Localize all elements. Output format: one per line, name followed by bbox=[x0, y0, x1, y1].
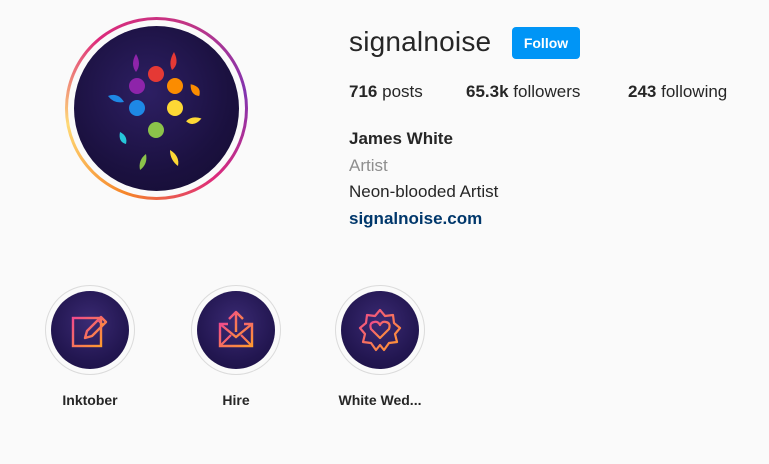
bio-description: Neon-blooded Artist bbox=[349, 182, 499, 201]
bio-name: James White bbox=[349, 129, 453, 148]
profile-avatar[interactable] bbox=[74, 26, 239, 191]
envelope-upload-icon bbox=[218, 310, 254, 348]
highlight-label: Inktober bbox=[62, 392, 118, 408]
profile-bio: James White Artist Neon-blooded Artist s… bbox=[349, 126, 498, 232]
stat-followers[interactable]: 65.3k followers bbox=[466, 82, 580, 102]
highlight-cover bbox=[51, 291, 129, 369]
highlight-label: Hire bbox=[222, 392, 250, 408]
highlight-cover bbox=[197, 291, 275, 369]
profile-username: signalnoise bbox=[349, 26, 492, 57]
highlight-cover bbox=[341, 291, 419, 369]
following-label: following bbox=[661, 82, 728, 101]
stat-posts: 716 posts bbox=[349, 82, 423, 102]
stat-following[interactable]: 243 following bbox=[628, 82, 727, 102]
logo-flower-icon bbox=[108, 52, 202, 170]
pencil-edit-icon bbox=[71, 315, 108, 348]
bio-category: Artist bbox=[349, 155, 388, 175]
highlight-ring[interactable] bbox=[335, 285, 425, 375]
heart-badge-icon bbox=[358, 308, 402, 352]
highlight-label: White Wed... bbox=[338, 392, 422, 408]
followers-label: followers bbox=[513, 82, 581, 101]
posts-label: posts bbox=[382, 82, 423, 101]
posts-count: 716 bbox=[349, 82, 378, 101]
follow-button[interactable]: Follow bbox=[512, 27, 580, 59]
bio-link[interactable]: signalnoise.com bbox=[349, 206, 498, 233]
highlight-ring[interactable] bbox=[45, 285, 135, 375]
following-count: 243 bbox=[628, 82, 657, 101]
highlight-ring[interactable] bbox=[191, 285, 281, 375]
highlight-hire[interactable]: Hire bbox=[166, 285, 306, 408]
followers-count: 65.3k bbox=[466, 82, 509, 101]
profile-avatar-ring[interactable] bbox=[65, 17, 248, 200]
highlight-inktober[interactable]: Inktober bbox=[20, 285, 160, 408]
highlight-white-wednesday[interactable]: White Wed... bbox=[310, 285, 450, 408]
